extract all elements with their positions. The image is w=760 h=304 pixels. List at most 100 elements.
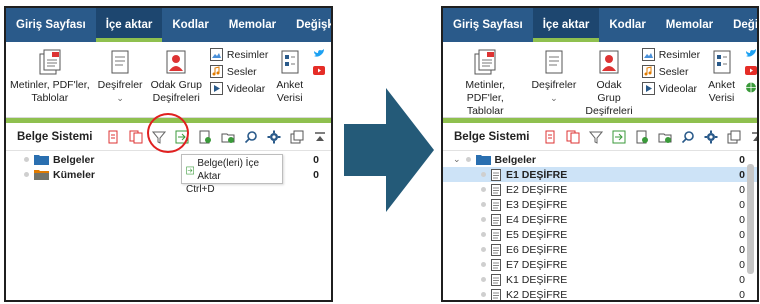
gear-icon[interactable]	[704, 130, 718, 144]
tab-codes[interactable]: Kodlar	[599, 8, 655, 42]
tooltip-shortcut: Ctrl+D	[186, 184, 215, 195]
import-audio-button[interactable]: Sesler	[209, 65, 268, 78]
copy-document-icon[interactable]	[566, 130, 580, 144]
import-ribbon: Metinler, PDF'ler, Tablolar Deşifreler ⌄…	[6, 42, 331, 118]
tooltip-title: Belge(leri) İçe Aktar	[197, 158, 260, 182]
import-texts-button[interactable]: Metinler, PDF'ler, Tablolar	[6, 48, 94, 105]
new-document-icon[interactable]	[198, 130, 212, 144]
import-survey-button[interactable]: Anket Verisi	[704, 48, 739, 105]
document-row[interactable]: E2 DEŞİFRE 0	[443, 182, 757, 197]
focus-group-label: Odak Grup	[150, 79, 202, 91]
import-images-button[interactable]: Resimler	[209, 48, 268, 61]
document-row[interactable]: E5 DEŞİFRE 0	[443, 227, 757, 242]
document-row[interactable]: E4 DEŞİFRE 0	[443, 212, 757, 227]
tree-count: 0	[739, 273, 745, 286]
document-row[interactable]: K2 DEŞİFRE 0	[443, 287, 757, 300]
search-icon[interactable]	[681, 130, 695, 144]
import-videos-button[interactable]: Videolar	[641, 82, 700, 95]
tree-count: 0	[739, 183, 745, 196]
transcript-icon	[545, 50, 563, 74]
import-document-icon	[186, 166, 195, 174]
import-images-button[interactable]: Resimler	[641, 48, 700, 61]
document-row[interactable]: E3 DEŞİFRE 0	[443, 197, 757, 212]
image-icon	[641, 48, 655, 61]
tree-expander[interactable]	[24, 157, 29, 162]
tab-codes[interactable]: Kodlar	[162, 8, 218, 42]
tree-expander[interactable]	[24, 172, 29, 177]
tree-label: E6 DEŞİFRE	[506, 243, 568, 256]
import-document-icon[interactable]	[612, 130, 626, 144]
import-focus-group-button[interactable]: Odak Grup Deşifreleri	[580, 48, 637, 118]
tree-label: E5 DEŞİFRE	[506, 228, 568, 241]
import-survey-button[interactable]: Anket Verisi	[272, 48, 307, 105]
youtube-icon[interactable]	[313, 65, 326, 76]
toolbar-icons	[543, 130, 759, 144]
audio-icon	[209, 65, 223, 78]
import-transcripts-button[interactable]: Deşifreler ⌄	[527, 48, 580, 105]
tab-home[interactable]: Giriş Sayfası	[443, 8, 533, 42]
new-folder-icon[interactable]	[221, 130, 235, 144]
undock-icon[interactable]	[290, 130, 304, 144]
tree-count: 0	[313, 153, 319, 166]
videos-label: Videolar	[658, 82, 698, 95]
texts-label: Metinler, PDF'ler,	[465, 79, 506, 104]
tree-expander	[481, 232, 486, 237]
document-row[interactable]: E1 DEŞİFRE 0	[443, 167, 757, 182]
copy-document-icon[interactable]	[129, 130, 143, 144]
globe-icon[interactable]	[745, 82, 757, 93]
import-texts-button[interactable]: Metinler, PDF'ler, Tablolar	[443, 48, 527, 118]
image-icon	[209, 48, 223, 61]
tab-variables[interactable]: Değişkenler	[723, 8, 757, 42]
text-document-icon	[491, 288, 501, 300]
texts-label-2: Tablolar	[466, 105, 504, 117]
tree-label: E3 DEŞİFRE	[506, 198, 568, 211]
delete-document-icon[interactable]	[543, 130, 557, 144]
new-folder-icon[interactable]	[658, 130, 672, 144]
tree-count: 0	[739, 258, 745, 271]
tree-label: Belgeler	[494, 153, 536, 166]
gear-icon[interactable]	[267, 130, 281, 144]
panel-title: Belge Sistemi	[17, 130, 93, 143]
tree-label: E7 DEŞİFRE	[506, 258, 568, 271]
tree-expander	[481, 172, 486, 177]
scrollbar-thumb[interactable]	[747, 164, 754, 274]
import-videos-button[interactable]: Videolar	[209, 82, 268, 95]
new-document-icon[interactable]	[635, 130, 649, 144]
folder-icon	[34, 155, 49, 165]
delete-document-icon[interactable]	[106, 130, 120, 144]
twitter-icon[interactable]	[745, 48, 757, 59]
edit-document-icon	[491, 168, 501, 181]
vertical-scrollbar[interactable]	[746, 154, 755, 298]
import-transcripts-button[interactable]: Deşifreler ⌄	[94, 48, 147, 105]
text-document-icon	[491, 198, 501, 211]
tab-memos[interactable]: Memolar	[219, 8, 286, 42]
collapse-up-icon[interactable]	[313, 130, 327, 144]
tab-import[interactable]: İçe aktar	[95, 8, 163, 42]
import-audio-button[interactable]: Sesler	[641, 65, 700, 78]
transcript-icon	[111, 50, 129, 74]
menu-bar: Giriş Sayfası İçe aktar Kodlar Memolar D…	[443, 8, 757, 42]
text-document-icon	[491, 213, 501, 226]
tab-import[interactable]: İçe aktar	[532, 8, 600, 42]
collapse-up-icon[interactable]	[750, 130, 759, 144]
tab-memos[interactable]: Memolar	[656, 8, 723, 42]
document-row[interactable]: K1 DEŞİFRE 0	[443, 272, 757, 287]
search-icon[interactable]	[244, 130, 258, 144]
tree-row-documents[interactable]: ⌄ Belgeler 0	[443, 152, 757, 167]
document-row[interactable]: E6 DEŞİFRE 0	[443, 242, 757, 257]
survey-icon	[281, 50, 299, 74]
document-row[interactable]: E7 DEŞİFRE 0	[443, 257, 757, 272]
twitter-icon[interactable]	[313, 48, 325, 59]
tree-label: Kümeler	[53, 168, 96, 181]
tree-count: 0	[739, 213, 745, 226]
chevron-down-icon[interactable]: ⌄	[453, 154, 461, 165]
tab-home[interactable]: Giriş Sayfası	[6, 8, 96, 42]
tree-expander	[481, 247, 486, 252]
tab-variables[interactable]: Değişkenler	[286, 8, 331, 42]
videos-label: Videolar	[226, 82, 266, 95]
filter-icon[interactable]	[589, 130, 604, 144]
tree-expander	[465, 157, 471, 162]
undock-icon[interactable]	[727, 130, 741, 144]
import-focus-group-button[interactable]: Odak Grup Deşifreleri	[147, 48, 206, 105]
youtube-icon[interactable]	[745, 65, 757, 76]
